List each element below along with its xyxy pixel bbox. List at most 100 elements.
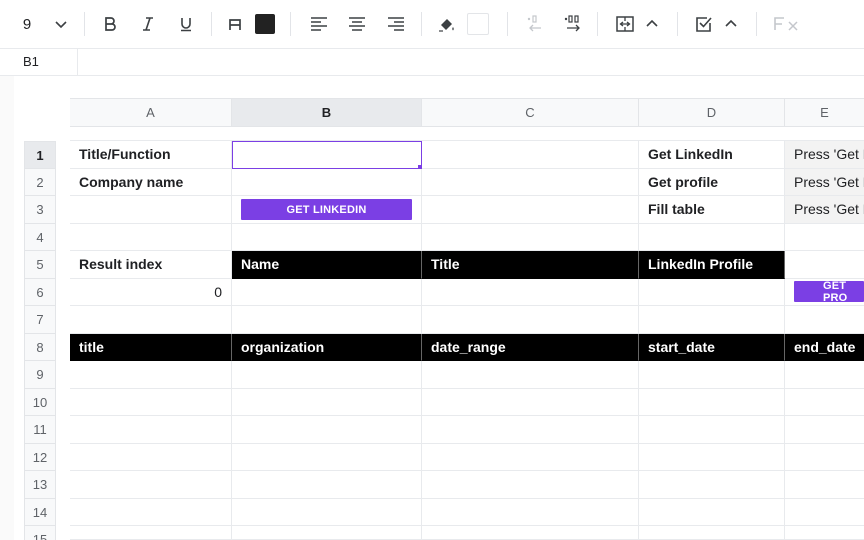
column-header-c[interactable]: C (422, 98, 639, 127)
cell-d14[interactable] (639, 499, 785, 526)
increase-decimal-icon[interactable] (560, 10, 586, 38)
cell-d8[interactable]: start_date (639, 334, 785, 361)
cell-b11[interactable] (232, 416, 422, 444)
cell-c12[interactable] (422, 444, 639, 471)
cell-d1[interactable]: Get LinkedIn (639, 141, 785, 169)
cell-b13[interactable] (232, 471, 422, 499)
row-header-15[interactable]: 15 (24, 526, 56, 540)
cell-b9[interactable] (232, 361, 422, 389)
cell-e9[interactable] (785, 361, 864, 389)
cell-c5[interactable]: Title (422, 251, 639, 279)
cell-e13[interactable] (785, 471, 864, 499)
chevron-down-icon[interactable] (48, 10, 74, 38)
cell-d12[interactable] (639, 444, 785, 471)
chevron-up-icon[interactable] (718, 10, 744, 38)
cell-c11[interactable] (422, 416, 639, 444)
cell-a12[interactable] (70, 444, 232, 471)
column-header-b[interactable]: B (232, 98, 422, 127)
chevron-up-icon[interactable] (639, 10, 665, 38)
cell-e1[interactable]: Press 'Get Li (785, 141, 864, 169)
cell-e10[interactable] (785, 389, 864, 416)
cell-c2[interactable] (422, 169, 639, 196)
row-header-10[interactable]: 10 (24, 389, 56, 416)
cell-e2[interactable]: Press 'Get Li (785, 169, 864, 196)
cell-c9[interactable] (422, 361, 639, 389)
get-profile-button[interactable]: GET PRO (794, 280, 864, 304)
cell-e3[interactable]: Press 'Get Li (785, 196, 864, 224)
cell-d10[interactable] (639, 389, 785, 416)
cell-a8[interactable]: title (70, 334, 232, 361)
cell-a9[interactable] (70, 361, 232, 389)
cell-a4[interactable] (70, 224, 232, 251)
cell-d15[interactable] (639, 526, 785, 540)
cell-e4[interactable] (785, 224, 864, 251)
cell-b14[interactable] (232, 499, 422, 526)
cell-b7[interactable] (232, 306, 422, 334)
cell-d6[interactable] (639, 279, 785, 306)
cell-e5[interactable] (785, 251, 864, 279)
row-header-14[interactable]: 14 (24, 499, 56, 526)
cell-d11[interactable] (639, 416, 785, 444)
text-color-swatch[interactable] (252, 10, 278, 38)
column-header-e[interactable]: E (785, 98, 864, 127)
cell-c13[interactable] (422, 471, 639, 499)
name-box[interactable]: B1 (0, 49, 78, 75)
cell-e11[interactable] (785, 416, 864, 444)
cell-a5[interactable]: Result index (70, 251, 232, 279)
cell-e14[interactable] (785, 499, 864, 526)
column-header-d[interactable]: D (639, 98, 785, 127)
bold-icon[interactable] (97, 10, 123, 38)
cell-d13[interactable] (639, 471, 785, 499)
row-header-3[interactable]: 3 (24, 196, 56, 224)
cell-a14[interactable] (70, 499, 232, 526)
checkbox-icon[interactable] (691, 10, 717, 38)
cell-b6[interactable] (232, 279, 422, 306)
cell-a15[interactable] (70, 526, 232, 540)
cell-c6[interactable] (422, 279, 639, 306)
cell-a6[interactable]: 0 (70, 279, 232, 306)
cell-c15[interactable] (422, 526, 639, 540)
cell-c3[interactable] (422, 196, 639, 224)
cell-b2[interactable] (232, 169, 422, 196)
row-header-7[interactable]: 7 (24, 306, 56, 334)
formula-input[interactable] (79, 49, 864, 75)
italic-icon[interactable] (135, 10, 161, 38)
cell-a7[interactable] (70, 306, 232, 334)
fill-color-swatch[interactable] (465, 10, 491, 38)
row-header-13[interactable]: 13 (24, 471, 56, 499)
cell-a2[interactable]: Company name (70, 169, 232, 196)
row-header-8[interactable]: 8 (24, 334, 56, 361)
row-header-2[interactable]: 2 (24, 169, 56, 196)
row-header-4[interactable]: 4 (24, 224, 56, 251)
cell-c1[interactable] (422, 141, 639, 169)
cell-a13[interactable] (70, 471, 232, 499)
cell-b1[interactable] (232, 141, 422, 169)
align-right-icon[interactable] (383, 10, 409, 38)
cell-e8[interactable]: end_date (785, 334, 864, 361)
cell-b5[interactable]: Name (232, 251, 422, 279)
decrease-decimal-icon[interactable] (521, 10, 547, 38)
cell-d3[interactable]: Fill table (639, 196, 785, 224)
cell-c4[interactable] (422, 224, 639, 251)
row-header-1[interactable]: 1 (24, 141, 56, 169)
clear-formula-icon[interactable] (771, 10, 803, 38)
cell-b15[interactable] (232, 526, 422, 540)
underline-icon[interactable] (173, 10, 199, 38)
cell-c7[interactable] (422, 306, 639, 334)
cell-b12[interactable] (232, 444, 422, 471)
cell-b8[interactable]: organization (232, 334, 422, 361)
cell-d5[interactable]: LinkedIn Profile (639, 251, 785, 279)
cell-a11[interactable] (70, 416, 232, 444)
cell-c14[interactable] (422, 499, 639, 526)
cell-e12[interactable] (785, 444, 864, 471)
get-linkedin-button[interactable]: GET LINKEDIN (241, 199, 412, 220)
cell-d4[interactable] (639, 224, 785, 251)
row-header-5[interactable]: 5 (24, 251, 56, 279)
fill-color-icon[interactable] (434, 10, 460, 38)
align-center-icon[interactable] (344, 10, 370, 38)
column-header-a[interactable]: A (70, 98, 232, 127)
text-color-icon[interactable] (222, 10, 248, 38)
cell-e7[interactable] (785, 306, 864, 334)
row-header-6[interactable]: 6 (24, 279, 56, 306)
cell-d2[interactable]: Get profile (639, 169, 785, 196)
